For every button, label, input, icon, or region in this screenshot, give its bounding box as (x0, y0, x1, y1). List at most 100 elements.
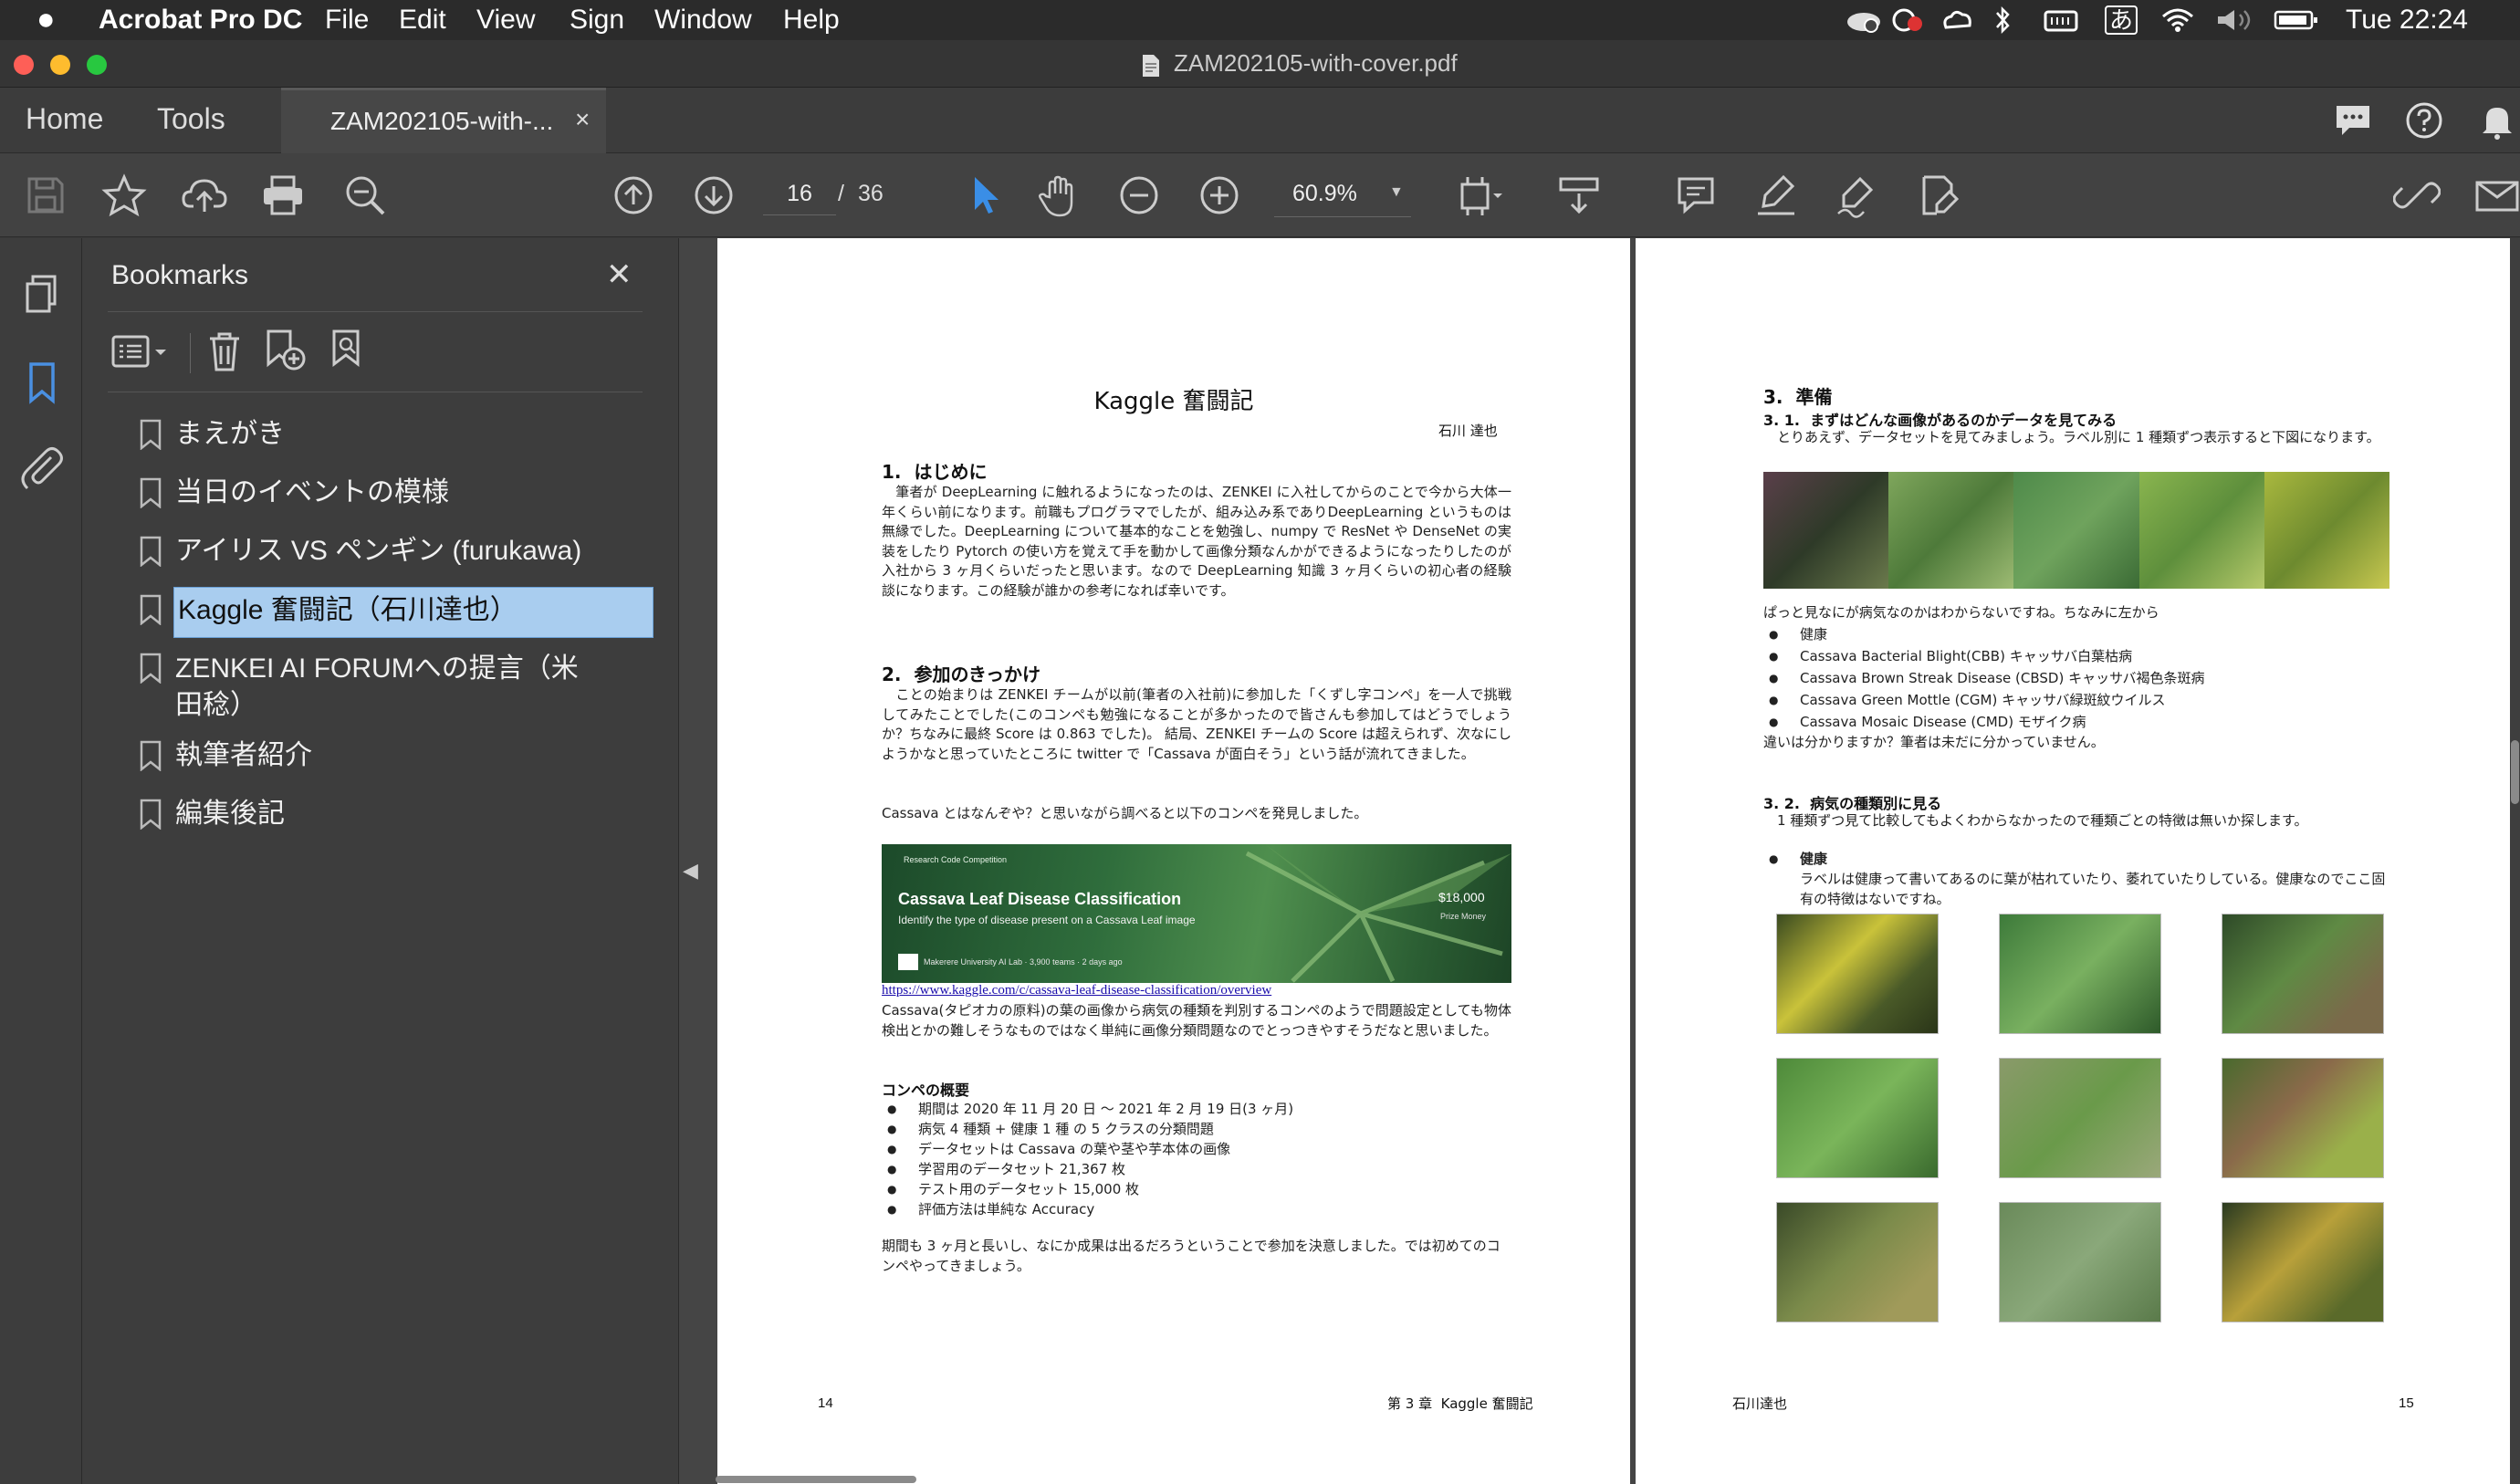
menu-edit[interactable]: Edit (399, 5, 446, 36)
leaf-sample-image (1888, 472, 2014, 589)
previous-page-icon[interactable] (610, 172, 657, 219)
attachment-paperclip-icon[interactable] (20, 444, 64, 490)
article-title: Kaggle 奮闘記 (1093, 388, 1254, 415)
comment-bubble-icon[interactable] (2333, 102, 2373, 139)
vertical-scrollbar[interactable] (2510, 238, 2520, 1484)
zoom-level-select[interactable]: 60.9% ▼ (1274, 173, 1411, 217)
leaf-thumbnail (2222, 914, 2384, 1034)
notification-bell-icon[interactable] (2479, 100, 2515, 141)
menu-window[interactable]: Window (654, 5, 752, 36)
email-icon[interactable] (2473, 172, 2520, 219)
sync-status-icon[interactable] (1889, 7, 1926, 33)
find-bookmark-icon[interactable] (329, 328, 371, 373)
draw-sign-icon[interactable] (1833, 172, 1880, 219)
close-window-button[interactable] (14, 55, 34, 75)
menu-view[interactable]: View (476, 5, 535, 36)
close-panel-button[interactable]: ✕ (606, 256, 633, 293)
help-icon[interactable] (2404, 100, 2444, 141)
page-thumbnails-icon[interactable] (22, 273, 62, 317)
bookmark-options-icon[interactable] (110, 329, 173, 373)
menu-help[interactable]: Help (783, 5, 840, 36)
clock[interactable]: Tue 22:24 (2346, 5, 2468, 36)
horizontal-scrollbar-thumb[interactable] (716, 1476, 916, 1483)
scrollbar-thumb[interactable] (2511, 740, 2519, 804)
new-bookmark-icon[interactable] (263, 328, 308, 373)
fit-page-icon[interactable] (1457, 172, 1504, 219)
find-zoom-icon[interactable] (341, 172, 389, 219)
toolbar-separator (190, 333, 191, 373)
volume-icon[interactable] (2214, 7, 2254, 33)
bookmark-label: まえがき (175, 419, 285, 449)
upload-cloud-icon[interactable] (181, 172, 228, 219)
bookmarks-panel-title: Bookmarks (111, 260, 249, 290)
running-footer: 石川達也 (1732, 1395, 1788, 1412)
tab-document[interactable]: ZAM202105-with-... × (281, 88, 606, 153)
page-number-input[interactable]: 16 (763, 181, 836, 215)
banner-badge: Research Code Competition (904, 855, 1008, 864)
select-cursor-icon[interactable] (960, 172, 1008, 219)
list-item: 健康 (1769, 850, 1827, 869)
bookmarks-panel: Bookmarks ✕ まえがき 当日のイベントの模様 アイリス VS ペンギン… (82, 238, 679, 1484)
bookmark-star-icon[interactable] (100, 172, 148, 219)
battery-icon[interactable] (2273, 7, 2320, 33)
leaf-sample-image (2013, 472, 2139, 589)
leaf-thumbnail (1999, 1058, 2161, 1178)
bookmark-label: 当日のイベントの模様 (175, 477, 449, 507)
zoom-out-icon[interactable] (1115, 172, 1163, 219)
menu-file[interactable]: File (325, 5, 369, 36)
collapse-panel-arrow[interactable]: ◀ (683, 859, 698, 883)
leaf-sample-image (2138, 472, 2264, 589)
tab-close-button[interactable]: × (575, 105, 590, 134)
list-item: Cassava Bacterial Blight(CBB) キャッサバ白葉枯病 (1769, 647, 2132, 666)
delete-trash-icon[interactable] (204, 329, 245, 373)
bookmark-label: 編集後記 (175, 799, 285, 829)
list-item: 健康 (1769, 625, 1827, 644)
bookmark-icon (140, 419, 162, 450)
section-paragraph: ラベルは健康って書いてあるのに葉が枯れていたり、萎れていたりしている。健康なので… (1800, 871, 2386, 907)
tab-tools[interactable]: Tools (157, 102, 225, 136)
keyboard-icon[interactable] (2043, 7, 2079, 33)
add-comment-icon[interactable] (1672, 172, 1720, 219)
wifi-icon[interactable] (2159, 5, 2196, 33)
section-heading: 3. 準備 (1763, 386, 1833, 408)
document-view[interactable]: ◀ Kaggle 奮闘記 石川 達也 1. はじめに 筆者が DeepLearn… (679, 238, 2520, 1484)
left-navigation-rail (0, 238, 82, 1484)
bookmarks-panel-icon[interactable] (26, 361, 58, 406)
list-item: テスト用のデータセット 15,000 枚 (887, 1180, 1139, 1199)
bookmark-label: 執筆者紹介 (175, 740, 312, 770)
highlight-pen-icon[interactable] (1752, 172, 1800, 219)
apple-icon[interactable]: ● (37, 2, 56, 37)
tab-bar: Home Tools ZAM202105-with-... × (0, 88, 2520, 153)
pdf-page-right: 3. 準備 3. 1. まずはどんな画像があるのかデータを見てみる とりあえず、… (1636, 238, 2512, 1484)
competition-link[interactable]: https://www.kaggle.com/c/cassava-leaf-di… (882, 983, 1271, 998)
section-paragraph: とりあえず、データセットを見てみましょう。ラベル別に 1 種類ずつ表示すると下図… (1763, 429, 2380, 445)
tab-home[interactable]: Home (26, 102, 103, 136)
app-menu-name[interactable]: Acrobat Pro DC (99, 5, 302, 36)
list-item: Cassava Green Mottle (CGM) キャッサバ緑斑紋ウイルス (1769, 691, 2166, 710)
edit-pdf-icon[interactable] (1915, 172, 1962, 219)
bookmark-icon (140, 594, 162, 625)
bookmark-icon (140, 653, 162, 684)
bookmark-icon (140, 477, 162, 508)
menu-sign[interactable]: Sign (570, 5, 624, 36)
input-method-indicator[interactable]: あ (2105, 5, 2138, 35)
section-paragraph: Cassava(タピオカの原料)の葉の画像から病気の種類を判別するコンペのようで… (882, 1002, 1511, 1039)
window-titlebar: ZAM202105-with-cover.pdf (0, 40, 2520, 88)
competition-banner-image: Research Code Competition Cassava Leaf D… (882, 844, 1511, 983)
bluetooth-icon[interactable] (1992, 5, 2013, 35)
zoom-in-icon[interactable] (1196, 172, 1243, 219)
hand-tool-icon[interactable] (1037, 172, 1084, 219)
save-icon[interactable] (22, 172, 69, 219)
weather-icon[interactable] (1939, 7, 1975, 33)
share-link-icon[interactable] (2392, 172, 2442, 219)
scroll-mode-icon[interactable] (1555, 172, 1603, 219)
subsection-heading: 3. 1. まずはどんな画像があるのかデータを見てみる (1763, 412, 2117, 429)
pdf-page-left: Kaggle 奮闘記 石川 達也 1. はじめに 筆者が DeepLearnin… (717, 238, 1630, 1484)
zoom-window-button[interactable] (87, 55, 107, 75)
next-page-icon[interactable] (690, 172, 737, 219)
banner-prize: $18,000 (1438, 890, 1485, 904)
creative-cloud-icon[interactable] (1844, 7, 1884, 33)
section-paragraph: ことの始まりは ZENKEI チームが以前(筆者の入社前)に参加した「くずし字コ… (882, 686, 1511, 762)
print-icon[interactable] (259, 172, 307, 219)
minimize-window-button[interactable] (50, 55, 70, 75)
